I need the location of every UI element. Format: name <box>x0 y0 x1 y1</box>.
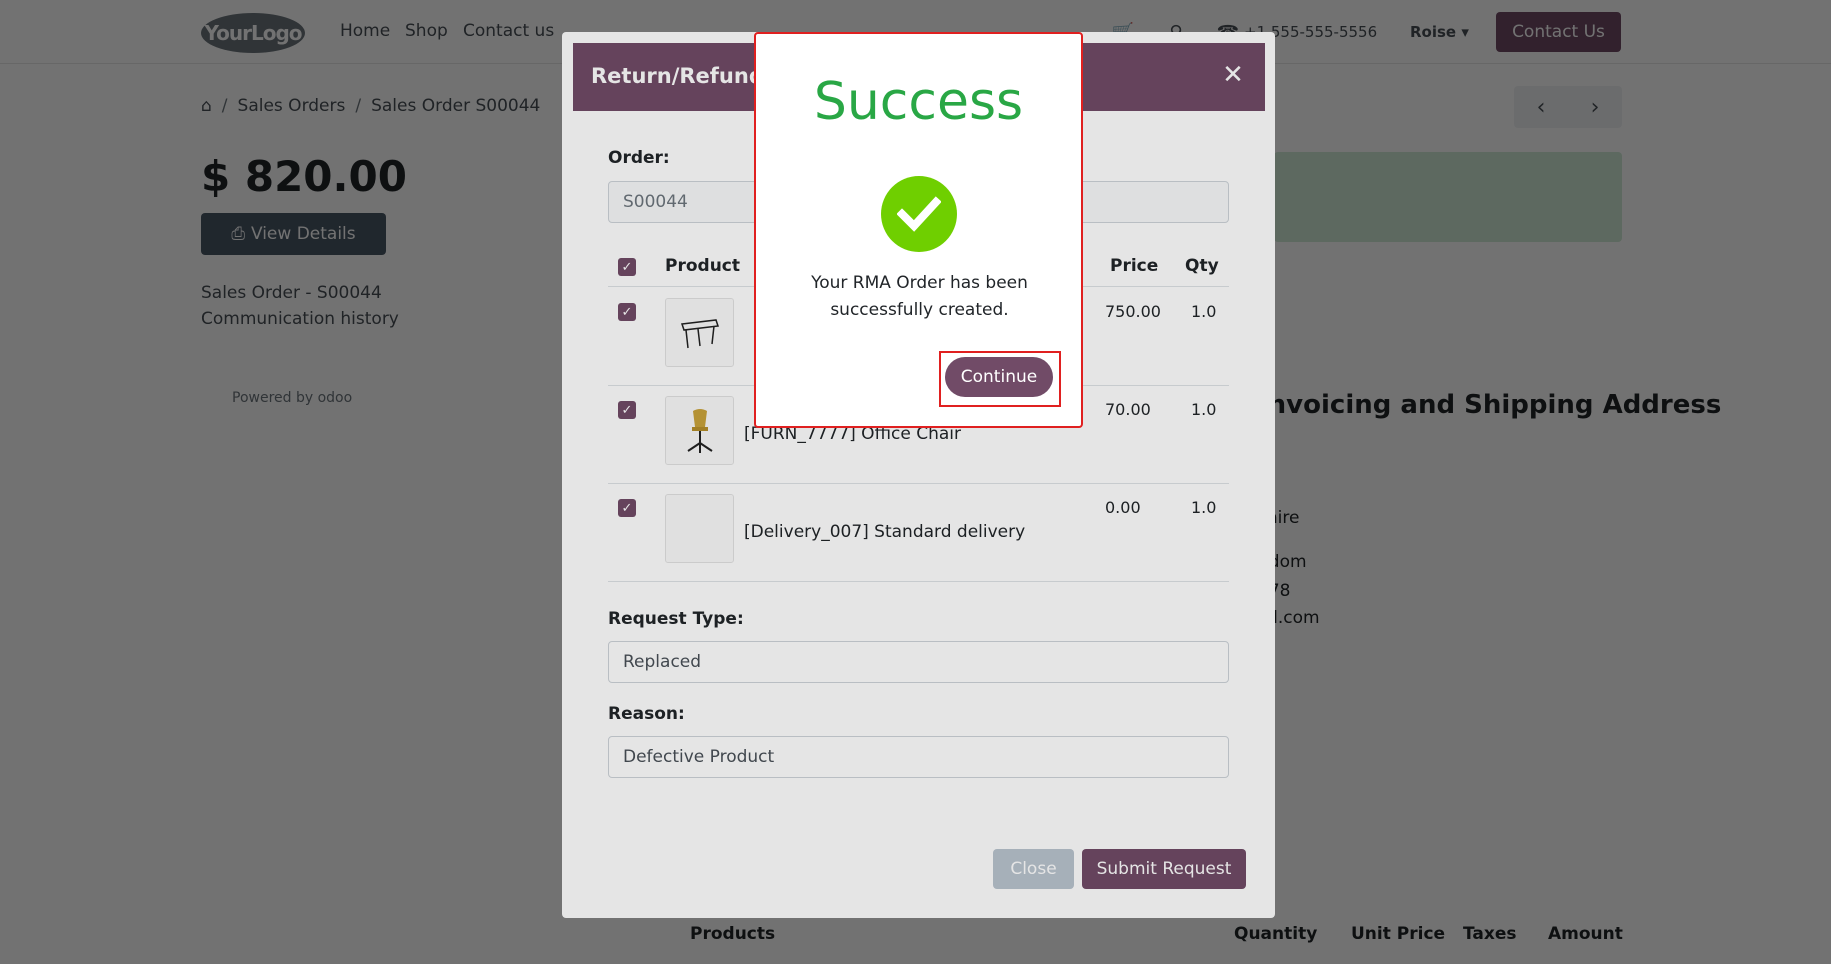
success-title: Success <box>813 72 1024 132</box>
success-message: Your RMA Order has been successfully cre… <box>811 273 1028 320</box>
continue-button[interactable]: Continue <box>945 357 1053 397</box>
check-circle-icon <box>881 176 957 252</box>
success-popup: Success Your RMA Order has been successf… <box>754 32 1083 428</box>
continue-highlight: Continue <box>939 351 1061 407</box>
